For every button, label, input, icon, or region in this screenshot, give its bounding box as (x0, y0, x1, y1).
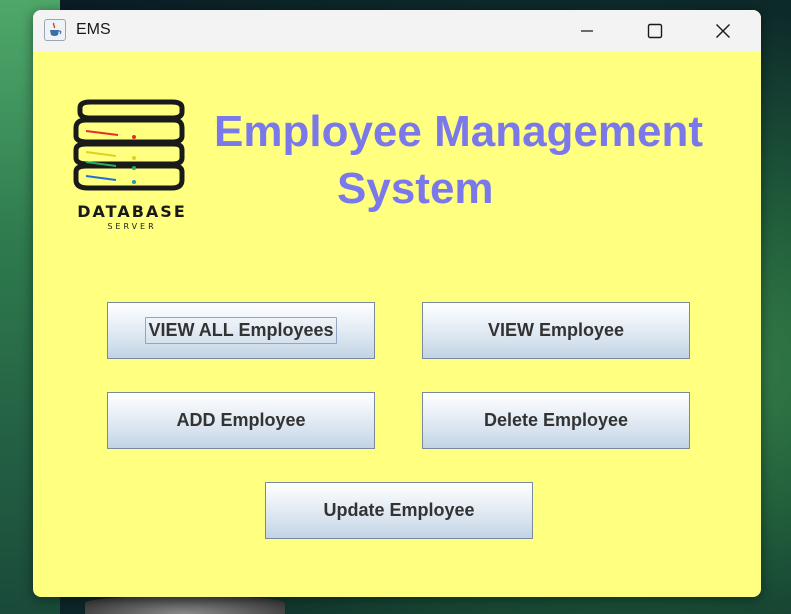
page-title-line-1: Employee Management (214, 107, 704, 156)
view-all-employees-button[interactable]: VIEW ALL Employees (107, 302, 375, 359)
minimize-icon (581, 30, 593, 32)
ems-window: EMS DATABASE SERVER Employee Management … (33, 10, 761, 597)
logo-text: DATABASE (77, 202, 187, 221)
page-title-line-2: System (337, 164, 494, 213)
view-employee-button[interactable]: VIEW Employee (422, 302, 690, 359)
desktop-rock-decoration (85, 596, 285, 614)
view-all-employees-label: VIEW ALL Employees (145, 317, 337, 344)
maximize-button[interactable] (621, 10, 689, 52)
window-title: EMS (76, 21, 111, 38)
title-bar[interactable]: EMS (33, 10, 761, 52)
maximize-icon (647, 23, 663, 39)
logo-subtext: SERVER (107, 222, 157, 231)
java-cup-icon[interactable] (44, 19, 66, 41)
add-employee-button[interactable]: ADD Employee (107, 392, 375, 449)
minimize-button[interactable] (553, 10, 621, 52)
database-server-logo: DATABASE SERVER (68, 98, 198, 233)
close-button[interactable] (689, 10, 757, 52)
database-stack-icon (73, 99, 185, 191)
close-icon (716, 24, 730, 38)
delete-employee-button[interactable]: Delete Employee (422, 392, 690, 449)
update-employee-button[interactable]: Update Employee (265, 482, 533, 539)
